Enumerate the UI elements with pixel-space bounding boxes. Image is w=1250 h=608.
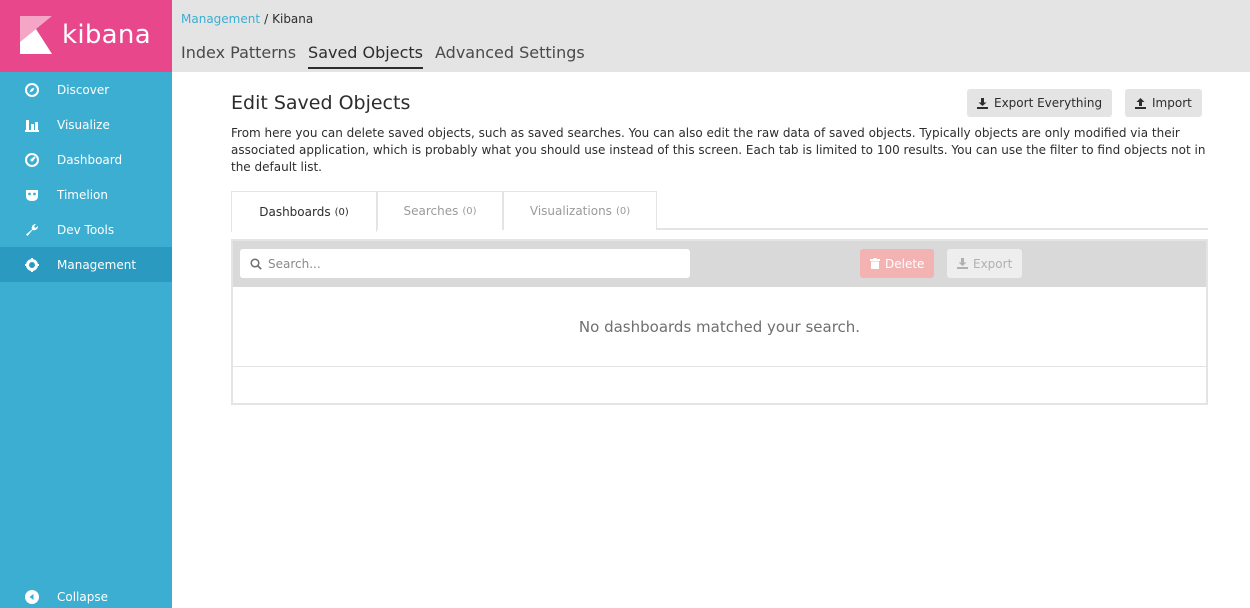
table-toolbar: Delete Export (233, 241, 1206, 287)
tab-label: Searches (403, 204, 459, 218)
page-title: Edit Saved Objects (231, 92, 411, 114)
tab-label: Dashboards (259, 205, 331, 219)
tab-saved-objects[interactable]: Saved Objects (308, 43, 423, 69)
delete-button[interactable]: Delete (860, 249, 935, 278)
breadcrumb-separator: / (264, 12, 269, 26)
tab-index-patterns[interactable]: Index Patterns (181, 43, 296, 69)
sidebar-item-timelion[interactable]: Timelion (0, 177, 172, 212)
collapse-label: Collapse (57, 590, 108, 604)
tab-dashboards[interactable]: Dashboards (0) (231, 191, 377, 232)
trash-icon (870, 258, 880, 269)
export-label: Export (973, 256, 1013, 271)
timelion-mask-icon (24, 187, 40, 203)
gear-icon (24, 257, 40, 273)
tab-count: (0) (462, 205, 477, 217)
wrench-icon (24, 222, 40, 238)
tab-count: (0) (615, 205, 631, 217)
tab-label: Visualizations (529, 204, 612, 218)
sidebar-item-label: Dashboard (57, 152, 123, 167)
upload-icon (1135, 97, 1146, 109)
breadcrumb-current: Kibana (272, 12, 314, 26)
export-everything-button[interactable]: Export Everything (967, 89, 1113, 117)
object-type-tabs: Dashboards (0) Searches (0) Visualizations… (231, 191, 1208, 232)
tab-advanced-settings[interactable]: Advanced Settings (435, 43, 585, 69)
search-box[interactable] (240, 249, 690, 278)
sidebar-item-discover[interactable]: Discover (0, 72, 172, 107)
collapse-button[interactable]: Collapse (24, 589, 108, 605)
tab-count: (0) (334, 206, 349, 218)
search-icon (250, 257, 262, 270)
sidebar-item-label: Management (57, 257, 137, 272)
tab-visualizations[interactable]: Visualizations (0) (503, 191, 657, 230)
sidebar-item-label: Timelion (57, 187, 108, 202)
sidebar-item-dashboard[interactable]: Dashboard (0, 142, 172, 177)
app-name: kibana (62, 20, 151, 50)
import-label: Import (1152, 96, 1192, 110)
kibana-logo-icon (20, 16, 52, 54)
top-bar: Management / Kibana Index Patterns Saved O… (172, 0, 1250, 72)
download-icon (977, 97, 988, 109)
sidebar-item-label: Visualize (57, 117, 110, 132)
saved-objects-table: Delete Export No dashboards matched your… (231, 239, 1208, 405)
collapse-arrow-icon (24, 589, 40, 605)
management-tabs: Index Patterns Saved Objects Advanced Se… (181, 43, 597, 69)
export-button[interactable]: Export (947, 249, 1023, 278)
download-icon (957, 258, 968, 269)
bar-chart-icon (24, 117, 40, 133)
search-input[interactable] (268, 256, 668, 271)
kibana-app: kibana Discover Visualize Dashboard Time… (0, 0, 1250, 608)
empty-state-message: No dashboards matched your search. (233, 287, 1206, 367)
breadcrumb-management-link[interactable]: Management (181, 12, 260, 26)
delete-label: Delete (885, 256, 925, 271)
sidebar: kibana Discover Visualize Dashboard Time… (0, 0, 172, 608)
tab-searches[interactable]: Searches (0) (377, 191, 503, 230)
sidebar-item-visualize[interactable]: Visualize (0, 107, 172, 142)
export-everything-label: Export Everything (994, 96, 1103, 110)
page-description: From here you can delete saved objects, … (231, 126, 1206, 174)
sidebar-item-management[interactable]: Management (0, 247, 172, 282)
main-content: Edit Saved Objects Export Everything Imp… (231, 72, 1208, 608)
kibana-logo[interactable]: kibana (0, 0, 172, 72)
sidebar-item-label: Dev Tools (57, 222, 115, 237)
sidebar-nav: Discover Visualize Dashboard Timelion De… (0, 72, 172, 282)
import-button[interactable]: Import (1125, 89, 1202, 117)
gauge-icon (24, 152, 40, 168)
sidebar-item-label: Discover (57, 82, 110, 97)
compass-icon (24, 82, 40, 98)
breadcrumb: Management / Kibana (181, 12, 313, 26)
sidebar-item-dev-tools[interactable]: Dev Tools (0, 212, 172, 247)
